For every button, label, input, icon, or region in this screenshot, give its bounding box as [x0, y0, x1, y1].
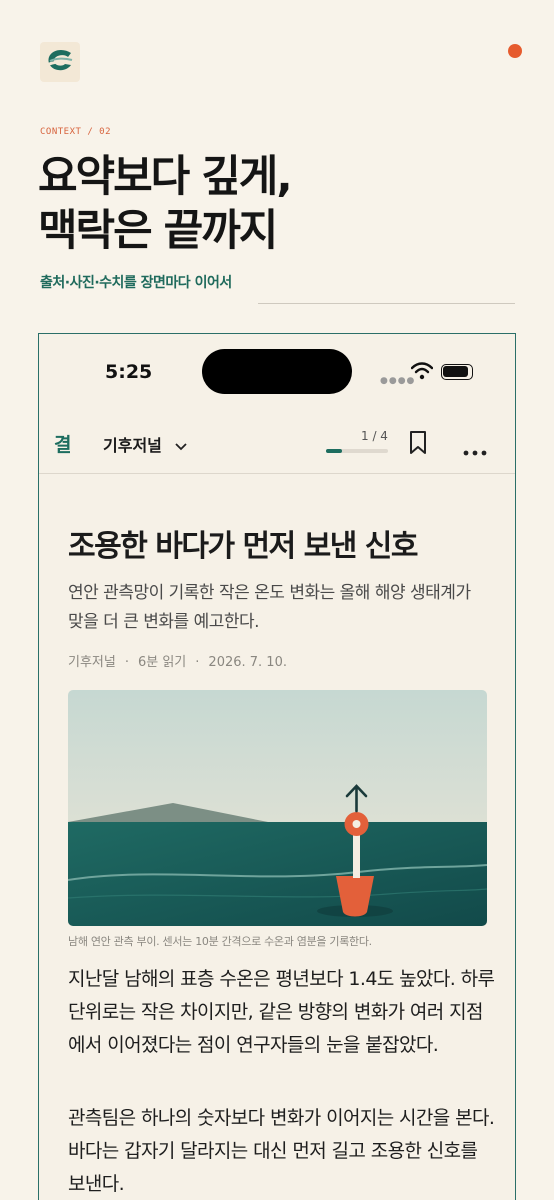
chevron-down-icon[interactable]: [175, 436, 187, 455]
headline-line-1: 요약보다 깊게,: [38, 152, 293, 202]
headline-line-2: 맥락은 끝까지: [38, 206, 278, 256]
meta-separator: ·: [195, 655, 200, 670]
divider: [258, 303, 515, 304]
status-time: 5:25: [105, 361, 153, 383]
battery-icon: [441, 364, 473, 380]
reader-nav-bar: 결 기후저널 1 / 4: [39, 416, 515, 474]
more-icon[interactable]: [463, 441, 487, 460]
meta-read-time: 6분 읽기: [137, 655, 187, 670]
meta-separator: ·: [124, 655, 129, 670]
meta-date: 2026. 7. 10.: [208, 655, 287, 670]
section-kicker: CONTEXT / 02: [40, 127, 112, 137]
notification-dot-icon[interactable]: [508, 44, 522, 58]
app-logo-icon: [40, 42, 80, 82]
hero-image[interactable]: [68, 690, 487, 926]
reading-progress-fill: [326, 449, 342, 453]
phone-mockup: 5:25 ●●●● 결 기후저널 1 / 4 조용한 바다가 먼저 보낸 신호 …: [38, 333, 516, 1200]
page-indicator: 1 / 4: [361, 429, 388, 443]
bookmark-icon[interactable]: [409, 430, 427, 459]
meta-source: 기후저널: [68, 655, 116, 670]
page-subheadline: 출처·사진·수치를 장면마다 이어서: [40, 275, 232, 291]
image-caption: 남해 연안 관측 부이. 센서는 10분 간격으로 수온과 염분을 기록한다.: [68, 935, 372, 948]
article-paragraph: 지난달 남해의 표층 수온은 평년보다 1.4도 높았다. 하루 단위로는 작은…: [68, 968, 495, 1056]
wifi-icon: [410, 362, 434, 384]
article-dek: 연안 관측망이 기록한 작은 온도 변화는 올해 해양 생태계가 맞을 더 큰 …: [68, 583, 471, 632]
page-headline: 요약보다 깊게, 맥락은 끝까지: [38, 150, 518, 258]
reading-progress-bar: [326, 449, 388, 453]
article-title: 조용한 바다가 먼저 보낸 신호: [68, 529, 418, 564]
article-paragraph: 관측팀은 하나의 숫자보다 변화가 이어지는 시간을 본다. 바다는 갑자기 달…: [68, 1107, 495, 1195]
article-meta: 기후저널 · 6분 읽기 · 2026. 7. 10.: [68, 651, 287, 670]
journal-selector[interactable]: 기후저널: [103, 432, 162, 456]
brand-mark[interactable]: 결: [54, 430, 71, 457]
dynamic-island: [202, 349, 352, 394]
